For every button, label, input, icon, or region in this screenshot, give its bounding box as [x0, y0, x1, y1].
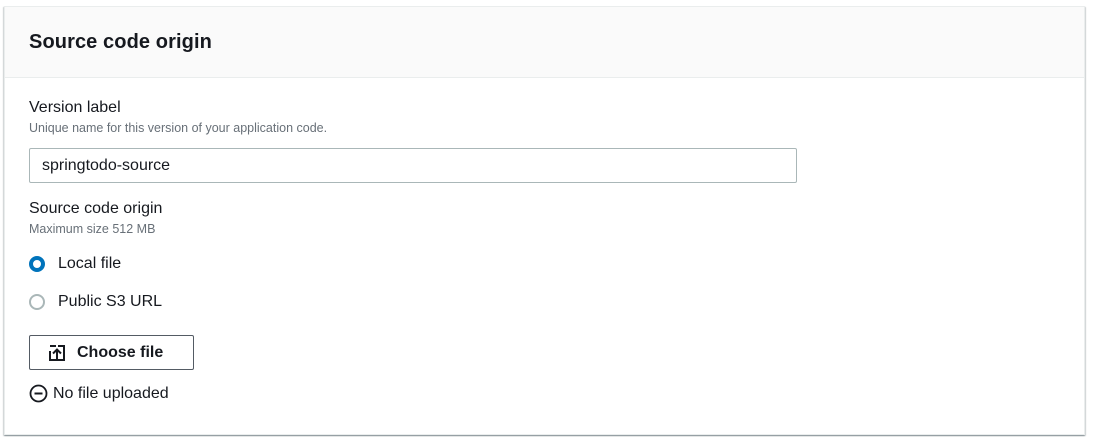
- source-origin-description: Maximum size 512 MB: [29, 222, 156, 236]
- panel-body: Version label Unique name for this versi…: [5, 78, 1084, 403]
- radio-label-public-s3-url: Public S3 URL: [58, 293, 163, 310]
- source-origin-label: Source code origin: [29, 200, 163, 217]
- radio-public-s3-url[interactable]: [29, 294, 45, 310]
- choose-file-button[interactable]: Choose file: [29, 335, 194, 370]
- radio-label-local-file: Local file: [58, 255, 122, 272]
- version-label-input[interactable]: [29, 148, 797, 183]
- source-origin-radio-group: Local file Public S3 URL: [29, 245, 1060, 321]
- panel-header: Source code origin: [5, 7, 1084, 78]
- upload-status: No file uploaded: [29, 384, 1060, 403]
- minus-circle-icon: [29, 384, 48, 403]
- source-origin-field: Source code origin Maximum size 512 MB L…: [29, 199, 1060, 321]
- choose-file-label: Choose file: [77, 343, 164, 361]
- version-label-field: Version label Unique name for this versi…: [29, 98, 1060, 183]
- upload-status-text: No file uploaded: [53, 384, 169, 402]
- radio-local-file[interactable]: [29, 256, 45, 272]
- radio-option-public-s3-url[interactable]: Public S3 URL: [29, 283, 1060, 321]
- upload-icon: [49, 344, 65, 361]
- panel-title: Source code origin: [29, 30, 212, 53]
- version-label-description: Unique name for this version of your app…: [29, 121, 328, 135]
- version-label-label: Version label: [29, 99, 121, 116]
- source-code-origin-panel: Source code origin Version label Unique …: [4, 6, 1085, 435]
- radio-option-local-file[interactable]: Local file: [29, 245, 1060, 283]
